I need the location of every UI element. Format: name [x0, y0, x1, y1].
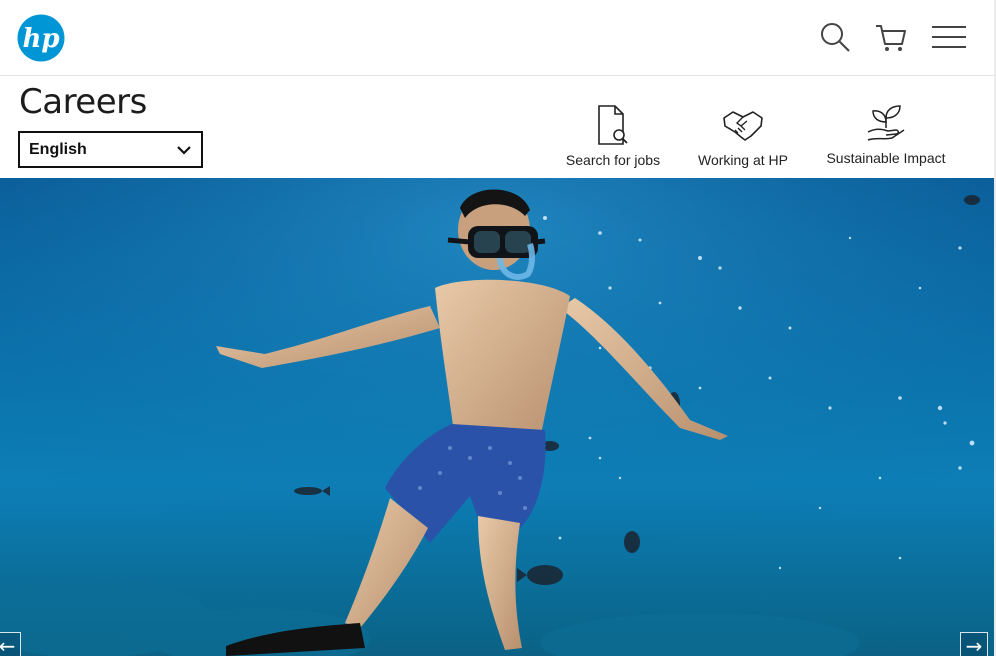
quick-link-label: Search for jobs: [565, 152, 661, 168]
quick-link-label: Working at HP: [698, 152, 788, 168]
document-search-icon: [598, 105, 628, 145]
menu-icon[interactable]: [930, 20, 966, 54]
carousel-prev-button[interactable]: ←: [0, 632, 21, 656]
search-icon[interactable]: [818, 20, 852, 54]
handshake-icon: [723, 111, 763, 141]
quick-link-working-at-hp[interactable]: Working at HP: [694, 104, 792, 168]
quick-link-search-jobs[interactable]: Search for jobs: [562, 104, 664, 168]
plant-hand-icon: [867, 105, 905, 141]
quick-links: Search for jobs Working at HP Sustainabl…: [0, 104, 994, 174]
top-navigation-bar: hp: [0, 0, 994, 76]
svg-text:hp: hp: [22, 24, 59, 54]
quick-link-label: Sustainable Impact: [826, 150, 946, 166]
carousel-next-button[interactable]: →: [960, 632, 988, 656]
hero-banner: ← →: [0, 178, 994, 656]
quick-link-sustainable-impact[interactable]: Sustainable Impact: [820, 102, 952, 166]
underwater-snorkeler-image: [0, 178, 994, 656]
hp-logo-icon: hp: [17, 14, 65, 62]
hp-logo[interactable]: hp: [17, 14, 65, 62]
careers-header: Careers English Search for jobs Working …: [0, 76, 994, 178]
cart-icon[interactable]: [874, 20, 908, 54]
